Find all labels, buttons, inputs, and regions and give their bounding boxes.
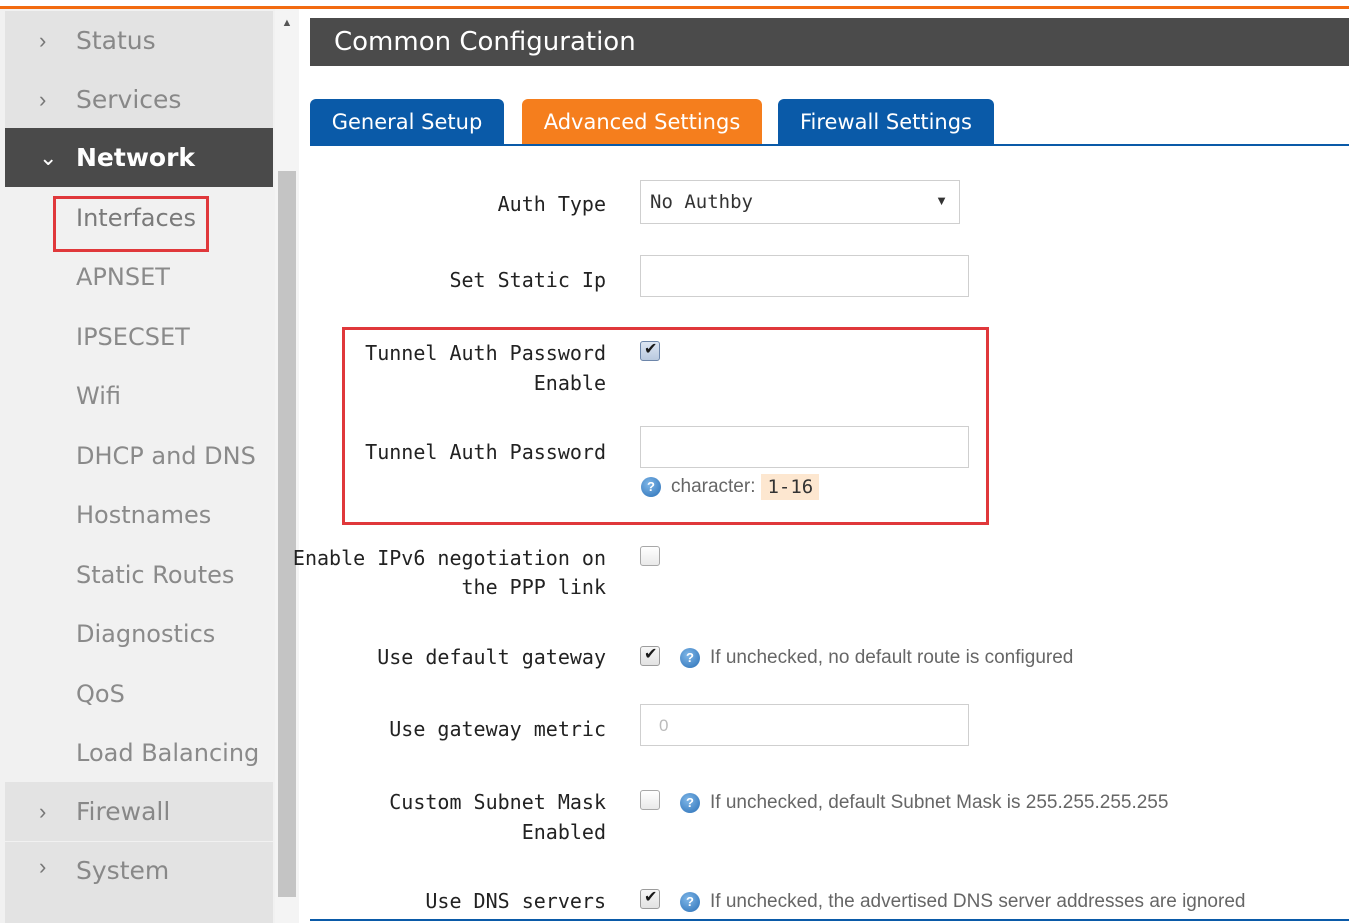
chevron-right-icon: ›: [39, 798, 47, 824]
sidebar-item-hostnames[interactable]: Hostnames: [5, 485, 273, 544]
hint-text: If unchecked, no default route is config…: [710, 647, 1074, 668]
sidebar-item-label: Status: [76, 26, 156, 55]
sidebar-item-firewall[interactable]: › Firewall: [5, 782, 273, 841]
subnet-mask-label-line1: Custom Subnet Mask: [389, 790, 606, 814]
ipv6-label-line2: the PPP link: [461, 575, 607, 599]
gateway-metric-input[interactable]: 0: [640, 704, 969, 746]
hint-text: If unchecked, the advertised DNS server …: [710, 891, 1246, 912]
sidebar-item-qos[interactable]: QoS: [5, 664, 273, 723]
chevron-down-icon: ⌄: [39, 144, 58, 170]
tab-advanced-settings[interactable]: Advanced Settings: [522, 99, 762, 145]
tab-underline: [310, 144, 1349, 146]
checkmark-icon: ✔: [644, 889, 658, 906]
section-header: Common Configuration: [310, 18, 1349, 66]
subnet-mask-label-line2: Enabled: [521, 820, 606, 844]
subnet-mask-checkbox[interactable]: [640, 790, 660, 810]
help-icon: ?: [680, 793, 700, 813]
default-gateway-checkbox[interactable]: ✔: [640, 646, 660, 666]
sidebar-item-static-routes[interactable]: Static Routes: [5, 545, 273, 604]
chevron-right-icon: ›: [39, 27, 47, 53]
subnet-mask-hint: ? If unchecked, default Subnet Mask is 2…: [680, 792, 1168, 814]
tab-general-setup[interactable]: General Setup: [310, 99, 504, 145]
chevron-right-icon: ›: [39, 86, 47, 112]
ipv6-label-line1: Enable IPv6 negotiation on: [292, 546, 606, 570]
sidebar-item-load-balancing[interactable]: Load Balancing: [5, 723, 273, 782]
sidebar-item-label: QoS: [76, 679, 125, 708]
highlight-box-interfaces: [53, 196, 209, 252]
sidebar-item-status[interactable]: › Status: [5, 11, 273, 70]
static-ip-label: Set Static Ip: [449, 268, 606, 292]
sidebar-item-label: Diagnostics: [76, 619, 216, 648]
sidebar-item-dhcp-dns[interactable]: DHCP and DNS: [5, 426, 273, 485]
dns-checkbox[interactable]: ✔: [640, 889, 660, 909]
dns-hint: ? If unchecked, the advertised DNS serve…: [680, 891, 1245, 913]
sidebar-item-label: Load Balancing: [76, 738, 260, 767]
sidebar-item-apnset[interactable]: APNSET: [5, 247, 273, 306]
page-title: Common Configuration: [334, 27, 636, 57]
highlight-box-tunnel-auth: [342, 327, 989, 525]
sidebar-item-label: IPSECSET: [76, 322, 190, 351]
dropdown-arrow-icon: ▼: [935, 193, 948, 208]
sidebar-item-label: Wifi: [76, 381, 121, 410]
sidebar-item-label: Hostnames: [76, 500, 212, 529]
gateway-metric-label: Use gateway metric: [389, 717, 606, 741]
auth-type-select[interactable]: No Authby ▼: [640, 180, 960, 224]
sidebar-item-label: System: [76, 856, 170, 885]
sidebar-item-label: Firewall: [76, 797, 171, 826]
dns-label: Use DNS servers: [425, 889, 606, 913]
sidebar-item-label: APNSET: [76, 262, 170, 291]
sidebar-item-services[interactable]: › Services: [5, 70, 273, 129]
default-gateway-label: Use default gateway: [377, 645, 606, 669]
sidebar-item-label: Services: [76, 85, 182, 114]
sidebar-item-network[interactable]: ⌄ Network: [5, 128, 273, 187]
gateway-metric-placeholder: 0: [659, 716, 669, 735]
sidebar-item-label: Static Routes: [76, 560, 235, 589]
sidebar-scrollbar[interactable]: ▲: [275, 9, 299, 923]
sidebar-item-ipsecset[interactable]: IPSECSET: [5, 307, 273, 366]
tab-firewall-settings[interactable]: Firewall Settings: [778, 99, 994, 145]
help-icon: ?: [680, 648, 700, 668]
bottom-border: [310, 919, 1349, 921]
default-gateway-hint: ? If unchecked, no default route is conf…: [680, 647, 1073, 669]
sidebar-item-system[interactable]: › System: [5, 842, 273, 923]
scroll-up-arrow-icon[interactable]: ▲: [275, 17, 299, 35]
sidebar-item-wifi[interactable]: Wifi: [5, 366, 273, 425]
auth-type-value: No Authby: [650, 191, 753, 213]
sidebar-item-diagnostics[interactable]: Diagnostics: [5, 604, 273, 663]
top-strip: [0, 0, 1349, 9]
auth-type-label: Auth Type: [497, 192, 606, 216]
hint-text: If unchecked, default Subnet Mask is 255…: [710, 792, 1169, 813]
chevron-right-icon: ›: [39, 854, 47, 879]
ipv6-checkbox[interactable]: [640, 546, 660, 566]
static-ip-input[interactable]: [640, 255, 969, 297]
help-icon: ?: [680, 892, 700, 912]
scroll-thumb[interactable]: [278, 171, 296, 897]
sidebar-item-label: Network: [76, 143, 196, 172]
checkmark-icon: ✔: [644, 646, 658, 663]
sidebar-item-label: DHCP and DNS: [76, 441, 256, 470]
